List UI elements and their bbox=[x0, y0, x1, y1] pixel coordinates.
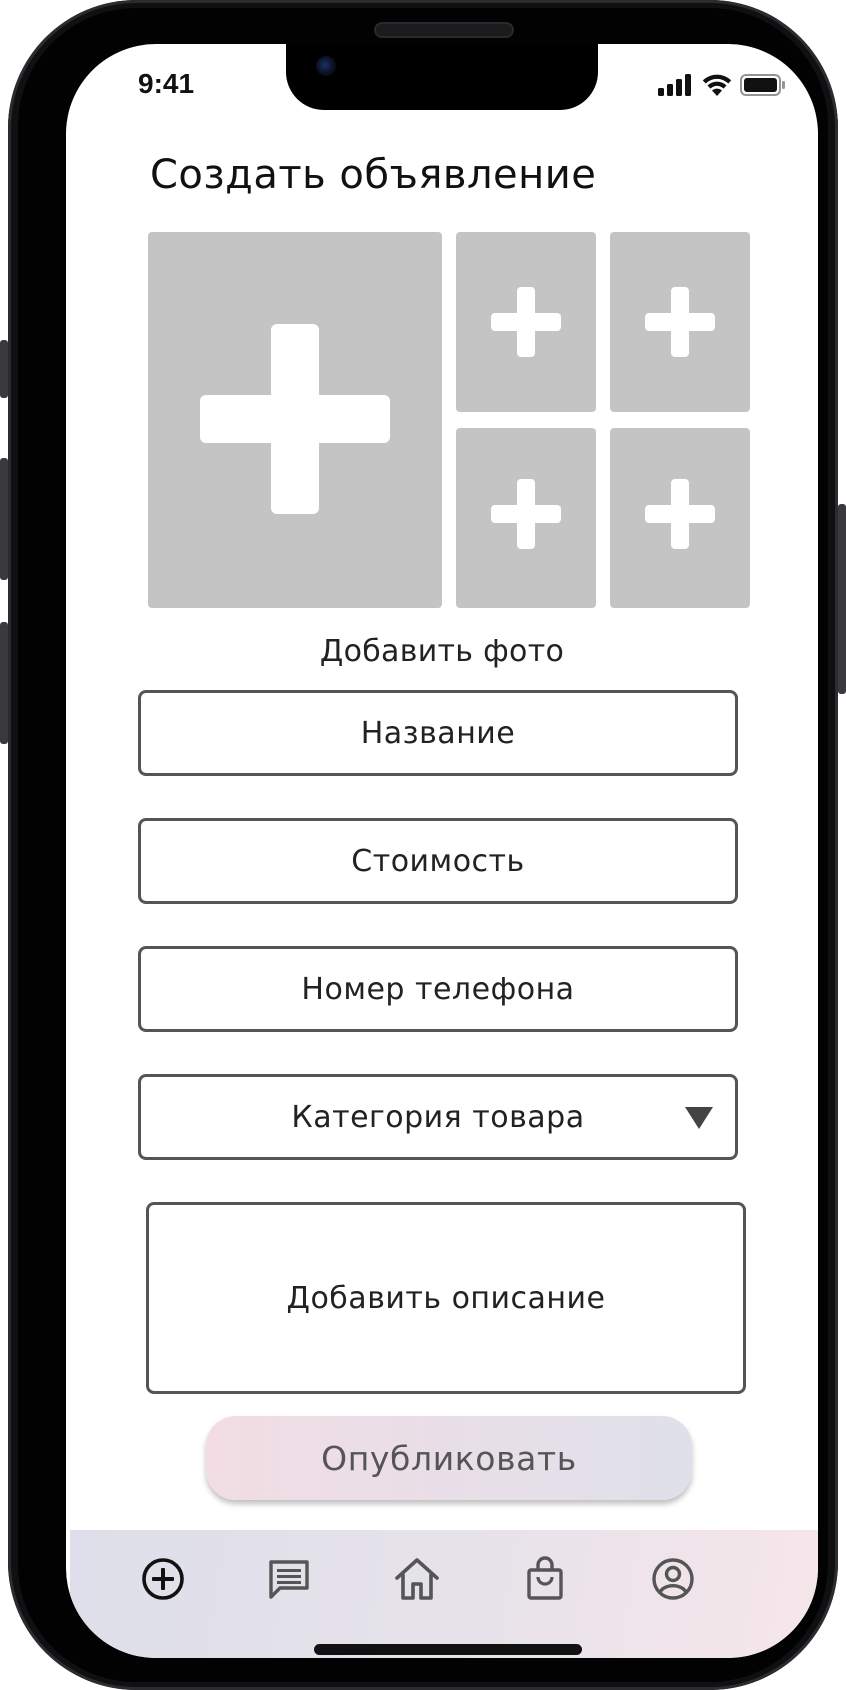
dropdown-arrow-icon bbox=[685, 1107, 713, 1129]
phone-frame: 9:41 Создать объявление Добавить фото На… bbox=[8, 0, 838, 1690]
price-input[interactable]: Стоимость bbox=[138, 818, 738, 904]
status-time: 9:41 bbox=[138, 68, 195, 99]
front-camera bbox=[316, 56, 336, 76]
profile-icon[interactable] bbox=[650, 1556, 696, 1602]
publish-button-label: Опубликовать bbox=[321, 1438, 577, 1478]
name-input[interactable]: Название bbox=[138, 690, 738, 776]
plus-icon bbox=[491, 479, 561, 549]
phone-placeholder: Номер телефона bbox=[301, 971, 575, 1007]
volume-down-button bbox=[0, 622, 8, 744]
bottom-tab-bar bbox=[70, 1530, 818, 1658]
category-select[interactable]: Категория товара bbox=[138, 1074, 738, 1160]
app-screen: 9:41 Создать объявление Добавить фото На… bbox=[66, 44, 818, 1658]
signal-icon bbox=[658, 74, 691, 96]
home-icon[interactable] bbox=[394, 1556, 440, 1602]
publish-button[interactable]: Опубликовать bbox=[206, 1416, 692, 1500]
notch bbox=[286, 44, 598, 110]
wifi-icon bbox=[702, 74, 732, 96]
chat-icon[interactable] bbox=[266, 1556, 312, 1602]
plus-icon bbox=[645, 287, 715, 357]
photo-slot-2[interactable] bbox=[456, 232, 596, 412]
add-circle-icon[interactable] bbox=[140, 1556, 186, 1602]
mute-switch bbox=[0, 340, 8, 398]
plus-icon bbox=[200, 324, 390, 514]
home-indicator bbox=[314, 1644, 582, 1655]
shopping-bag-icon[interactable] bbox=[522, 1556, 568, 1602]
photo-slot-4[interactable] bbox=[456, 428, 596, 608]
phone-input[interactable]: Номер телефона bbox=[138, 946, 738, 1032]
volume-up-button bbox=[0, 458, 8, 580]
description-placeholder: Добавить описание bbox=[286, 1280, 606, 1316]
battery-icon bbox=[740, 74, 785, 96]
category-placeholder: Категория товара bbox=[291, 1099, 585, 1135]
plus-icon bbox=[491, 287, 561, 357]
page-title: Создать объявление bbox=[150, 152, 597, 198]
photo-slot-5[interactable] bbox=[610, 428, 750, 608]
plus-icon bbox=[645, 479, 715, 549]
main-photo-slot[interactable] bbox=[148, 232, 442, 608]
power-button bbox=[838, 504, 846, 694]
price-placeholder: Стоимость bbox=[351, 843, 525, 879]
photo-slot-3[interactable] bbox=[610, 232, 750, 412]
earpiece-speaker bbox=[374, 22, 514, 38]
name-placeholder: Название bbox=[360, 715, 516, 751]
add-photo-label: Добавить фото bbox=[319, 634, 565, 669]
phone-bezel: 9:41 Создать объявление Добавить фото На… bbox=[18, 8, 828, 1682]
description-textarea[interactable]: Добавить описание bbox=[146, 1202, 746, 1394]
